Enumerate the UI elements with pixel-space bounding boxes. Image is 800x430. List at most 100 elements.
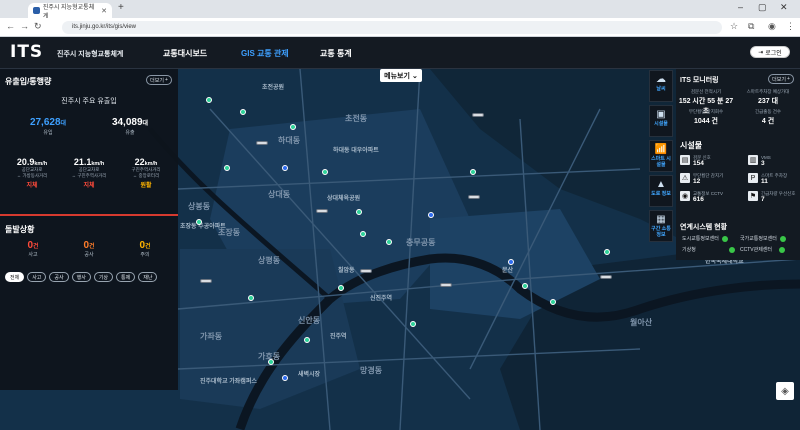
link-status-item: 도시교통정보센터 bbox=[682, 235, 728, 242]
event-construction: 0건 공사 bbox=[83, 240, 95, 258]
cctv-marker[interactable] bbox=[224, 165, 230, 171]
facility-button[interactable]: ▣ 시설물 bbox=[649, 105, 673, 137]
monitoring-title: ITS 모니터링 bbox=[680, 77, 719, 84]
profile-icon[interactable]: ◉ bbox=[768, 21, 776, 32]
speed-segment-2: 21.1km/h 공단교차로 ↔ 구진주역사거리 지체 bbox=[71, 157, 107, 189]
minimize-button[interactable]: – bbox=[738, 2, 743, 12]
facility-marker[interactable] bbox=[428, 212, 434, 218]
monitoring-more-button[interactable]: 더보기 + bbox=[768, 74, 794, 84]
facility-item[interactable]: ⚠ 무단횡단 감지기 12 bbox=[680, 173, 723, 185]
monitor-item: 무단횡단 감지회수 1044 건 bbox=[688, 109, 724, 125]
login-button[interactable]: ⇥ 로그인 bbox=[750, 46, 790, 58]
smart-facility-button[interactable]: 📶 스마트 시설물 bbox=[649, 140, 673, 172]
status-dot-icon bbox=[728, 246, 735, 253]
section-traffic-button[interactable]: ▦ 구간 소통정보 bbox=[649, 210, 673, 242]
bookmark-star-icon[interactable]: ☆ bbox=[730, 21, 738, 32]
layer-toggle-icon[interactable]: ◈ bbox=[776, 382, 794, 400]
back-icon[interactable]: ← bbox=[6, 21, 15, 31]
inflow-stat: 27,628대 유입 bbox=[29, 117, 67, 136]
cctv-marker[interactable] bbox=[410, 321, 416, 327]
status-dot-icon bbox=[721, 235, 728, 242]
filter-accident[interactable]: 사고 bbox=[27, 272, 47, 282]
close-tab-icon[interactable]: ✕ bbox=[101, 7, 107, 15]
forward-icon[interactable]: → bbox=[20, 21, 29, 31]
its-logo[interactable]: ITS bbox=[10, 42, 43, 62]
event-accident: 0건 사고 bbox=[27, 240, 39, 258]
left-panel: 유출입/통행량 더보기 + 진주시 주요 유출입 27,628대 유입 34,08… bbox=[0, 69, 178, 390]
maximize-button[interactable]: ▢ bbox=[758, 2, 767, 13]
extensions-icon[interactable]: ⧉ bbox=[748, 21, 754, 32]
facilities-title: 시설물 bbox=[680, 141, 703, 150]
map-label: 신안동 bbox=[298, 316, 321, 325]
flow-subtitle: 진주시 주요 유출입 bbox=[61, 98, 117, 105]
address-bar: ← → ↻ its.jinju.go.kr/its/gis/view ☆ ⧉ ◉… bbox=[0, 18, 800, 37]
vehicle-icon bbox=[468, 195, 480, 199]
more-options-icon[interactable]: ⋮ bbox=[786, 21, 795, 32]
emergency-icon: ⚑ bbox=[748, 191, 758, 201]
road-info-button[interactable]: ▲ 도로 정보 bbox=[649, 175, 673, 207]
map-label: 신진주역 bbox=[370, 296, 393, 302]
facility-marker[interactable] bbox=[282, 375, 288, 381]
browser-tab[interactable]: 진주시 지능형교통체계 ✕ bbox=[28, 3, 112, 20]
map-label: 상대동 bbox=[268, 190, 291, 199]
filter-all[interactable]: 전체 bbox=[5, 272, 25, 282]
cctv-marker[interactable] bbox=[604, 249, 610, 255]
warning-icon: ⚠ bbox=[680, 173, 690, 183]
close-window-button[interactable]: ✕ bbox=[780, 2, 788, 13]
cctv-marker[interactable] bbox=[356, 209, 362, 215]
cctv-marker[interactable] bbox=[522, 283, 528, 289]
parking-icon: P bbox=[748, 173, 758, 183]
map-label: 새벽시장 bbox=[298, 372, 321, 378]
flow-more-button[interactable]: 더보기 + bbox=[146, 75, 172, 85]
facility-marker[interactable] bbox=[508, 259, 514, 265]
link-status-item: 국가교통정보센터 bbox=[740, 235, 786, 242]
monitor-item: 긴급출동 건수 4 건 bbox=[754, 109, 782, 125]
status-dot-icon bbox=[779, 246, 786, 253]
filter-event[interactable]: 행사 bbox=[71, 272, 91, 282]
vms-icon: ▥ bbox=[748, 155, 758, 165]
map-label: 가좌동 bbox=[200, 332, 223, 341]
filter-control[interactable]: 통제 bbox=[116, 272, 136, 282]
login-icon: ⇥ bbox=[758, 49, 764, 56]
outflow-stat: 34,089대 유출 bbox=[111, 117, 149, 136]
cctv-marker[interactable] bbox=[470, 169, 476, 175]
reload-icon[interactable]: ↻ bbox=[34, 21, 42, 32]
map-menu-button[interactable]: 메뉴보기 ⌄ bbox=[380, 69, 422, 82]
new-tab-button[interactable]: + bbox=[118, 2, 124, 13]
facility-item[interactable]: ⚑ 긴급차량 우선신호 7 bbox=[748, 191, 795, 203]
cctv-marker[interactable] bbox=[240, 109, 246, 115]
filter-weather[interactable]: 기상 bbox=[93, 272, 114, 282]
chevron-down-icon: ⌄ bbox=[411, 72, 418, 80]
map-label: 진주대학교 가좌캠퍼스 bbox=[200, 379, 257, 385]
cctv-marker[interactable] bbox=[268, 359, 274, 365]
filter-construction[interactable]: 공사 bbox=[49, 272, 69, 282]
facility-item[interactable]: ◉ 교통정보 CCTV 616 bbox=[680, 191, 723, 203]
cctv-marker[interactable] bbox=[248, 295, 254, 301]
cctv-marker[interactable] bbox=[360, 231, 366, 237]
menu-dashboard[interactable]: 교통대시보드 bbox=[163, 48, 207, 59]
map-label: 초전공원 bbox=[262, 85, 285, 91]
facility-marker[interactable] bbox=[282, 165, 288, 171]
cctv-marker[interactable] bbox=[386, 239, 392, 245]
url-field[interactable]: its.jinju.go.kr/its/gis/view bbox=[62, 21, 722, 34]
map-label: 문산 bbox=[502, 268, 514, 274]
map-label: 초전동 bbox=[345, 114, 368, 123]
cctv-marker[interactable] bbox=[338, 285, 344, 291]
filter-disaster[interactable]: 재난 bbox=[138, 272, 158, 282]
cctv-marker[interactable] bbox=[290, 124, 296, 130]
signal-icon: ▤ bbox=[680, 155, 690, 165]
weather-button[interactable]: ☁ 날씨 bbox=[649, 70, 673, 102]
menu-statistics[interactable]: 교통 통계 bbox=[320, 48, 352, 59]
facility-item[interactable]: P 스마트 주차장 11 bbox=[748, 173, 787, 185]
menu-gis[interactable]: GIS 교통 관제 bbox=[241, 48, 289, 59]
cctv-marker[interactable] bbox=[304, 337, 310, 343]
facility-item[interactable]: ▤ 검문 신호 154 bbox=[680, 155, 711, 167]
cctv-marker[interactable] bbox=[196, 219, 202, 225]
facility-item[interactable]: ▥ VMS 3 bbox=[748, 155, 771, 167]
cctv-marker[interactable] bbox=[550, 299, 556, 305]
cctv-marker[interactable] bbox=[206, 97, 212, 103]
cctv-marker[interactable] bbox=[322, 169, 328, 175]
plus-icon: + bbox=[786, 76, 790, 82]
events-title: 돌발상황 bbox=[5, 225, 35, 234]
monitor-item: 스마트주차장 예상가대 237 대 bbox=[746, 89, 790, 105]
